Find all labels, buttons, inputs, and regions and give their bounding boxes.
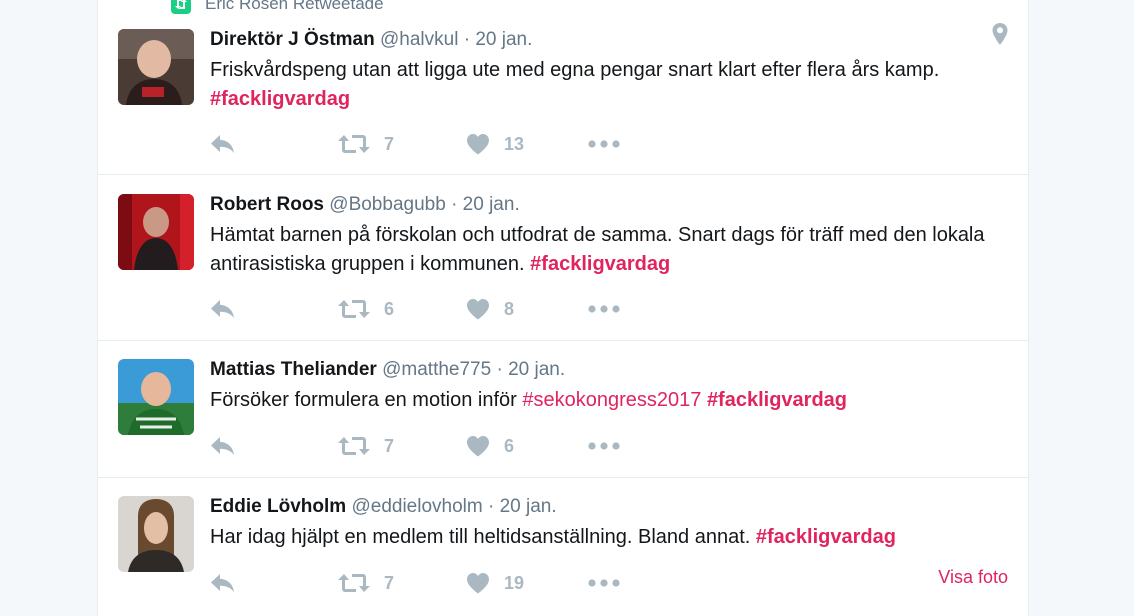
more-icon <box>588 442 620 450</box>
like-count: 13 <box>504 133 525 154</box>
heart-icon <box>467 436 489 457</box>
like-button[interactable]: 19 <box>466 572 588 594</box>
reply-button[interactable] <box>210 299 338 319</box>
like-button[interactable]: 6 <box>466 435 588 457</box>
retweet-icon <box>338 300 370 318</box>
author-name[interactable]: Robert Roos <box>210 194 324 215</box>
retweet-icon <box>338 135 370 153</box>
tweet-actions: 7 19 <box>210 568 620 598</box>
tweet-date[interactable]: 20 jan. <box>508 359 565 380</box>
avatar[interactable] <box>118 194 194 270</box>
reply-button[interactable] <box>210 134 338 154</box>
tweet-actions: 7 13 <box>210 129 620 159</box>
like-count: 6 <box>504 435 515 456</box>
reply-icon <box>211 437 234 455</box>
like-button[interactable]: 13 <box>466 133 588 155</box>
more-button[interactable] <box>588 305 620 313</box>
like-button[interactable]: 8 <box>466 298 588 320</box>
tweet[interactable]: Eddie Lövholm @eddielovholm · 20 jan. Ha… <box>98 478 1028 616</box>
more-icon <box>588 305 620 313</box>
separator: · <box>496 359 503 380</box>
tweet[interactable]: Direktör J Östman @halvkul · 20 jan. Fri… <box>98 0 1028 175</box>
retweet-count: 7 <box>384 435 395 456</box>
heart-icon <box>467 573 489 594</box>
more-button[interactable] <box>588 579 620 587</box>
author-handle[interactable]: @halvkul <box>380 29 458 50</box>
reply-button[interactable] <box>210 436 338 456</box>
avatar[interactable] <box>118 29 194 105</box>
tweet[interactable]: Robert Roos @Bobbagubb · 20 jan. Hämtat … <box>98 175 1028 341</box>
author-name[interactable]: Eddie Lövholm <box>210 496 346 517</box>
separator: · <box>451 194 458 215</box>
tweet[interactable]: Mattias Theliander @matthe775 · 20 jan. … <box>98 341 1028 478</box>
timeline: Eric Rosén Retweetade Direktör J Östman … <box>97 0 1029 616</box>
heart-icon <box>467 134 489 155</box>
retweet-button[interactable]: 7 <box>338 435 466 457</box>
more-button[interactable] <box>588 442 620 450</box>
tweet-date[interactable]: 20 jan. <box>463 194 520 215</box>
tweet-text: Friskvårdspeng utan att ligga ute med eg… <box>210 56 1008 114</box>
tweet-date[interactable]: 20 jan. <box>500 496 557 517</box>
hashtag-link[interactable]: #fackligvardag <box>210 88 350 110</box>
tweet-text-body: Försöker formulera en motion inför <box>210 389 517 411</box>
reply-button[interactable] <box>210 573 338 593</box>
avatar[interactable] <box>118 496 194 572</box>
author-name[interactable]: Mattias Theliander <box>210 359 377 380</box>
retweet-count: 7 <box>384 133 395 154</box>
heart-icon <box>467 299 489 320</box>
reply-icon <box>211 300 234 318</box>
hashtag-link[interactable]: #fackligvardag <box>707 389 847 411</box>
retweet-button[interactable]: 7 <box>338 133 466 155</box>
hashtag-link[interactable]: #fackligvardag <box>530 253 670 275</box>
retweet-icon <box>338 437 370 455</box>
retweet-icon <box>338 574 370 592</box>
tweet-actions: 6 8 <box>210 294 620 324</box>
author-handle[interactable]: @matthe775 <box>382 359 491 380</box>
like-count: 8 <box>504 298 515 319</box>
hashtag-link[interactable]: #sekokongress2017 <box>522 389 701 411</box>
author-handle[interactable]: @eddielovholm <box>351 496 482 517</box>
more-button[interactable] <box>588 140 620 148</box>
tweet-text-body: Har idag hjälpt en medlem till heltidsan… <box>210 526 751 548</box>
tweet-date[interactable]: 20 jan. <box>475 29 532 50</box>
separator: · <box>463 29 471 50</box>
like-count: 19 <box>504 572 525 593</box>
retweet-count: 6 <box>384 298 395 319</box>
author-handle[interactable]: @Bobbagubb <box>329 194 446 215</box>
hashtag-link[interactable]: #fackligvardag <box>756 526 896 548</box>
reply-icon <box>211 135 234 153</box>
separator: · <box>488 496 495 517</box>
retweet-button[interactable]: 7 <box>338 572 466 594</box>
tweet-actions: 7 6 <box>210 431 620 461</box>
retweet-button[interactable]: 6 <box>338 298 466 320</box>
more-icon <box>588 579 620 587</box>
retweet-count: 7 <box>384 572 395 593</box>
reply-icon <box>211 574 234 592</box>
tweet-text: Försöker formulera en motion inför #seko… <box>210 386 1008 415</box>
tweet-text: Har idag hjälpt en medlem till heltidsan… <box>210 523 1008 552</box>
view-photo-link[interactable]: Visa foto <box>938 567 1008 588</box>
tweet-text-body: Friskvårdspeng utan att ligga ute med eg… <box>210 59 940 81</box>
tweet-text: Hämtat barnen på förskolan och utfodrat … <box>210 221 1008 279</box>
more-icon <box>588 140 620 148</box>
avatar[interactable] <box>118 359 194 435</box>
author-name[interactable]: Direktör J Östman <box>210 29 375 50</box>
